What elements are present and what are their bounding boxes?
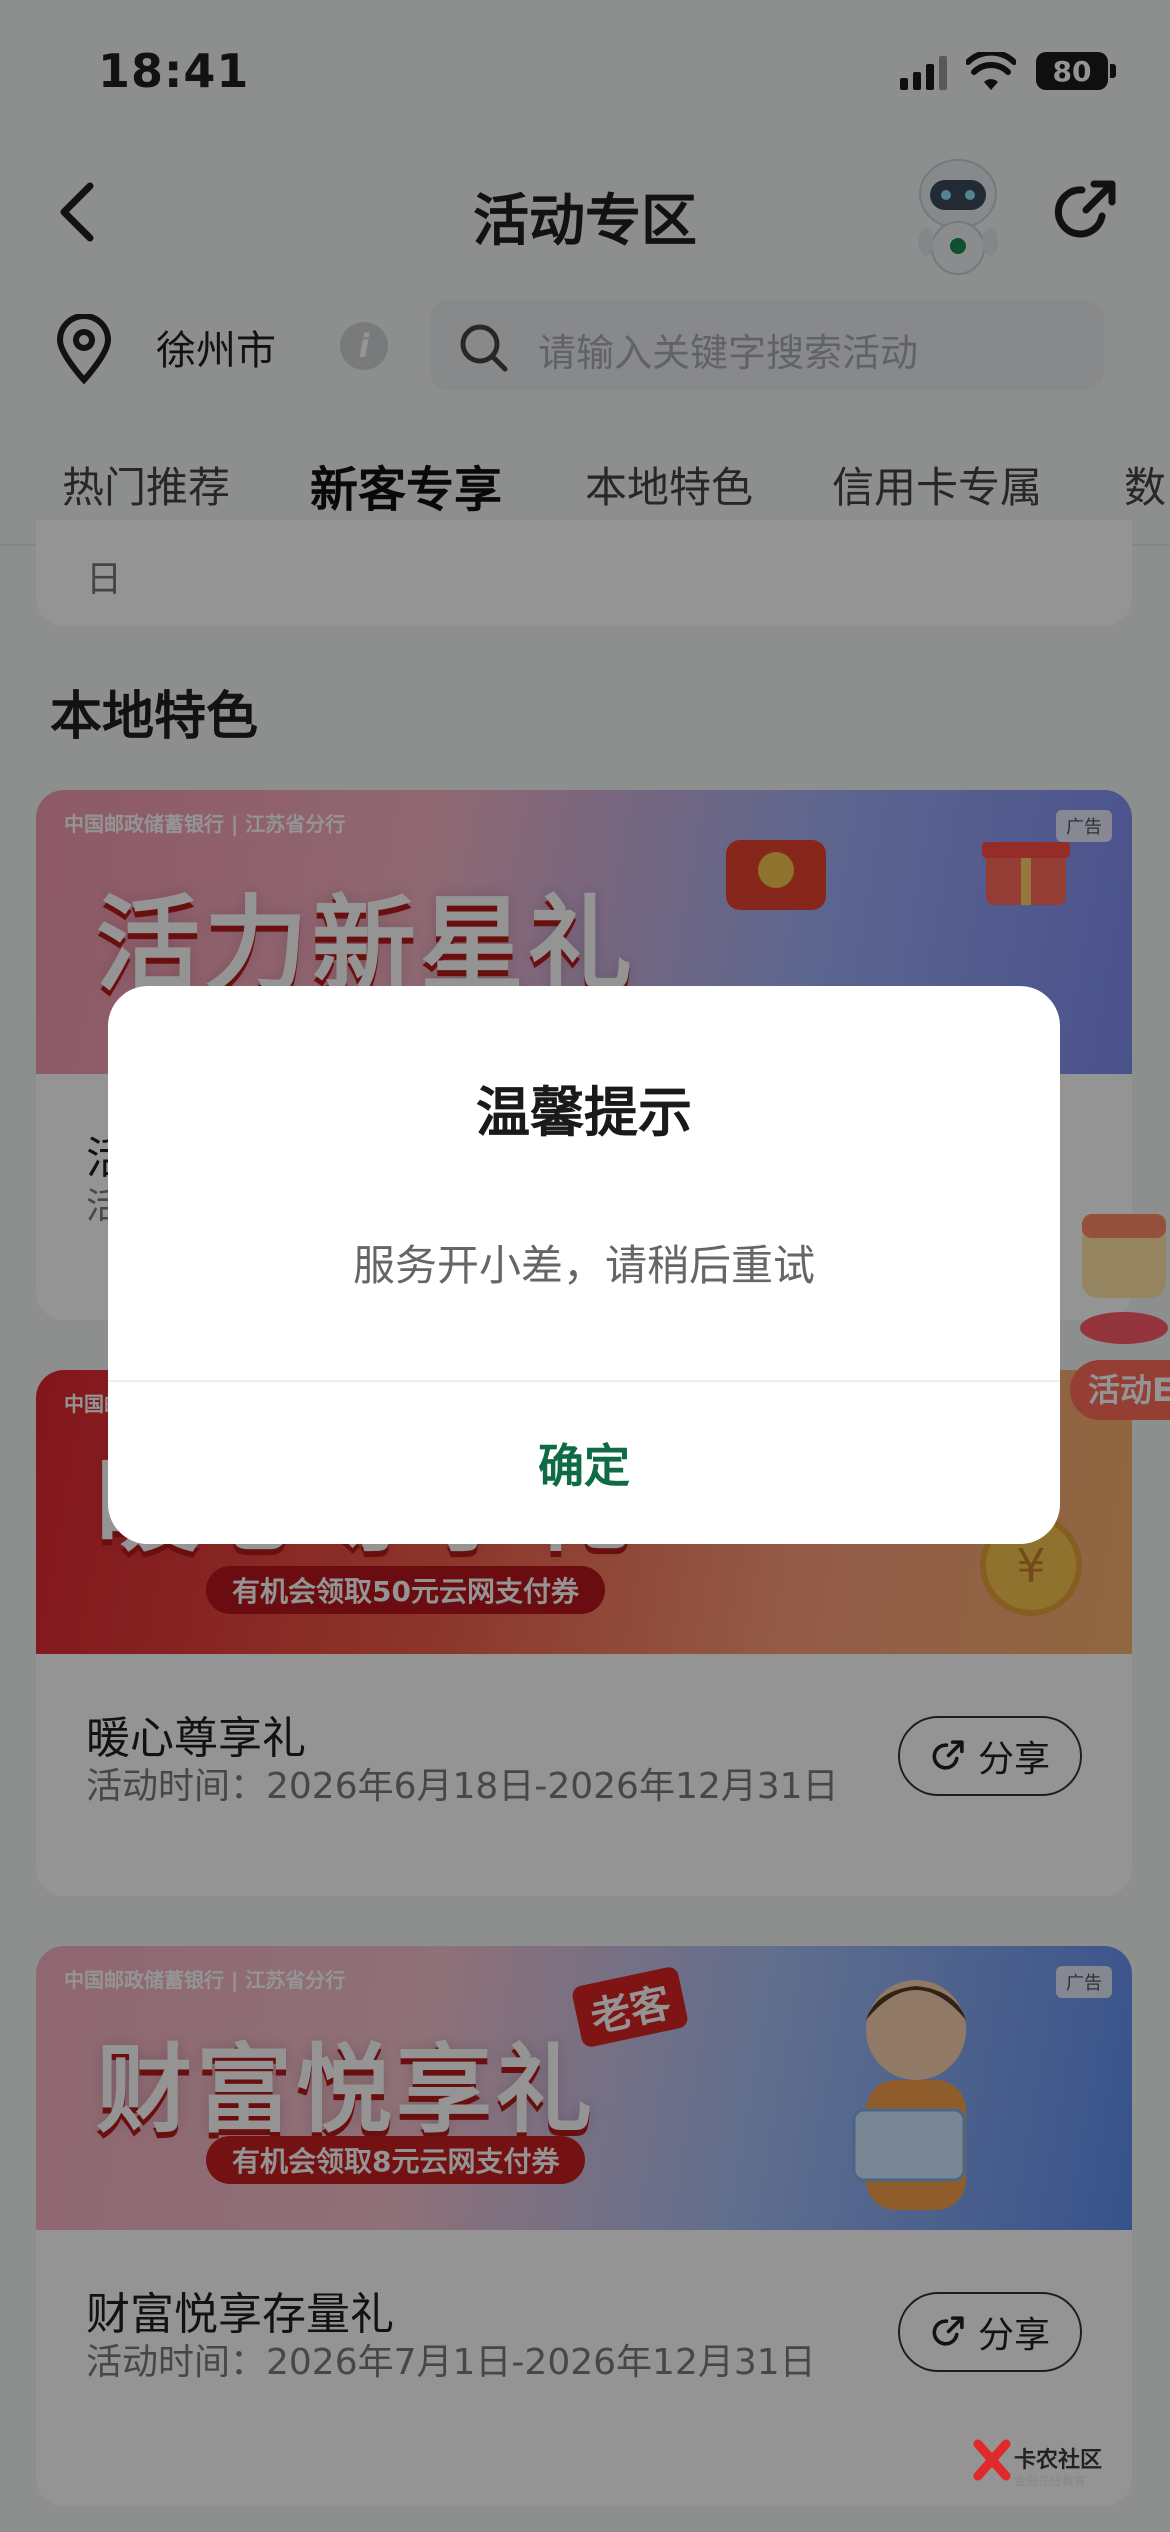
watermark-logo-icon [973,2439,1011,2481]
confirm-button[interactable]: 确定 [108,1382,1060,1544]
watermark-tagline: 金融在线教育 [1014,2474,1087,2488]
dialog-title: 温馨提示 [476,1081,692,1144]
watermark: 卡农社区 金融在线教育 [972,2438,1122,2508]
watermark-name: 卡农社区 [1014,2448,1103,2473]
alert-dialog: 温馨提示 服务开小差，请稍后重试 确定 [108,986,1060,1544]
dialog-message: 服务开小差，请稍后重试 [352,1241,815,1290]
